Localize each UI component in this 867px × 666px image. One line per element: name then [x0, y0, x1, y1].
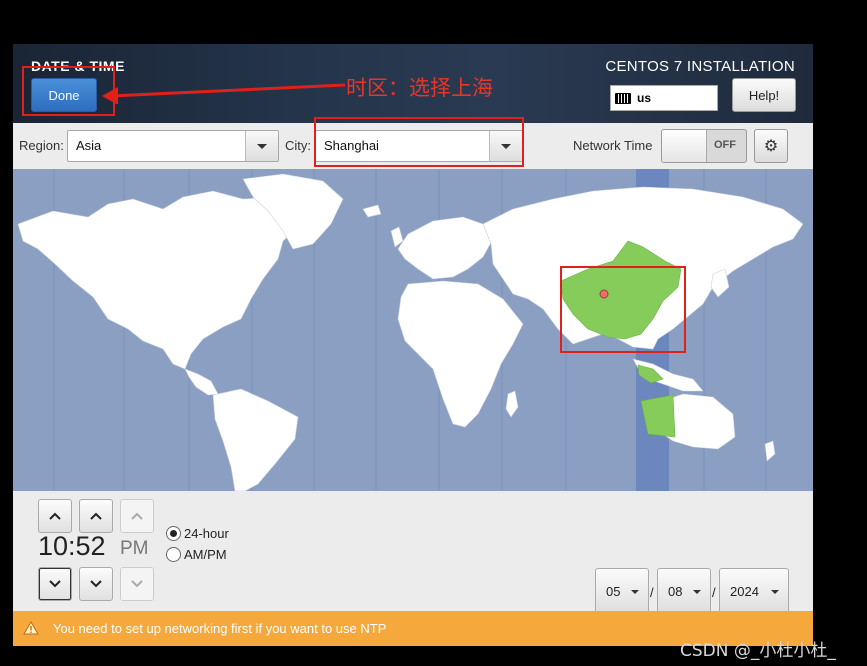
annotation-box-region — [560, 266, 686, 353]
installer-title: CENTOS 7 INSTALLATION — [605, 58, 795, 75]
radio-24-hour-label: 24-hour — [184, 526, 229, 541]
annotation-arrow — [102, 83, 346, 104]
help-button[interactable]: Help! — [732, 78, 796, 112]
region-combo[interactable]: Asia — [67, 130, 279, 162]
hour-down-button[interactable] — [38, 567, 72, 601]
warning-text: You need to set up networking first if y… — [53, 621, 387, 636]
region-dropdown-button[interactable] — [245, 131, 278, 161]
minute-down-button[interactable] — [79, 567, 113, 601]
chevron-up-icon — [49, 512, 61, 520]
timezone-map[interactable] — [13, 169, 813, 491]
minute-up-button[interactable] — [79, 499, 113, 533]
keyboard-icon — [615, 92, 631, 104]
switch-state: OFF — [714, 139, 736, 151]
warning-icon — [23, 621, 39, 635]
radio-selected-dot — [170, 530, 177, 537]
time-date-panel: 10:52 PM 24-hour AM/PM 05 / 08 / 2024 — [13, 491, 813, 614]
hour-up-button[interactable] — [38, 499, 72, 533]
radio-ampm[interactable] — [166, 547, 181, 562]
ntp-config-button[interactable]: ⚙ — [754, 129, 788, 163]
region-value: Asia — [76, 138, 102, 153]
day-select[interactable]: 08 — [657, 568, 711, 614]
watermark: CSDN @_小杜小杜_ — [680, 641, 836, 661]
chevron-down-icon — [90, 580, 102, 588]
gear-icon: ⚙ — [763, 138, 779, 155]
time-display: 10:52 — [38, 531, 106, 561]
year-value: 2024 — [730, 584, 759, 599]
date-separator: / — [712, 585, 716, 600]
chevron-down-icon — [131, 580, 143, 588]
chevron-down-icon — [631, 590, 639, 594]
chevron-up-icon — [131, 512, 143, 520]
chevron-down-icon — [771, 590, 779, 594]
region-label: Region: — [19, 138, 64, 153]
month-select[interactable]: 05 — [595, 568, 649, 614]
date-separator: / — [650, 585, 654, 600]
radio-ampm-label: AM/PM — [184, 547, 227, 562]
keyboard-layout-label: us — [637, 91, 652, 105]
network-time-switch[interactable]: OFF — [661, 129, 747, 163]
city-label: City: — [285, 138, 311, 153]
ampm-down-button[interactable] — [120, 567, 154, 601]
ampm-display: PM — [120, 538, 149, 559]
annotation-box-city — [314, 117, 524, 167]
chevron-down-icon — [693, 590, 701, 594]
day-value: 08 — [668, 584, 683, 599]
switch-knob — [662, 130, 707, 162]
network-time-label: Network Time — [573, 138, 653, 153]
ampm-up-button[interactable] — [120, 499, 154, 533]
annotation-note: 时区：选择上海 — [346, 76, 493, 100]
keyboard-layout-indicator[interactable]: us — [610, 85, 718, 111]
radio-24-hour[interactable] — [166, 526, 181, 541]
chevron-down-icon — [49, 580, 61, 588]
chevron-up-icon — [90, 512, 102, 520]
month-value: 05 — [606, 584, 621, 599]
world-map[interactable] — [13, 169, 813, 491]
year-select[interactable]: 2024 — [719, 568, 789, 614]
chevron-down-icon — [257, 144, 267, 149]
